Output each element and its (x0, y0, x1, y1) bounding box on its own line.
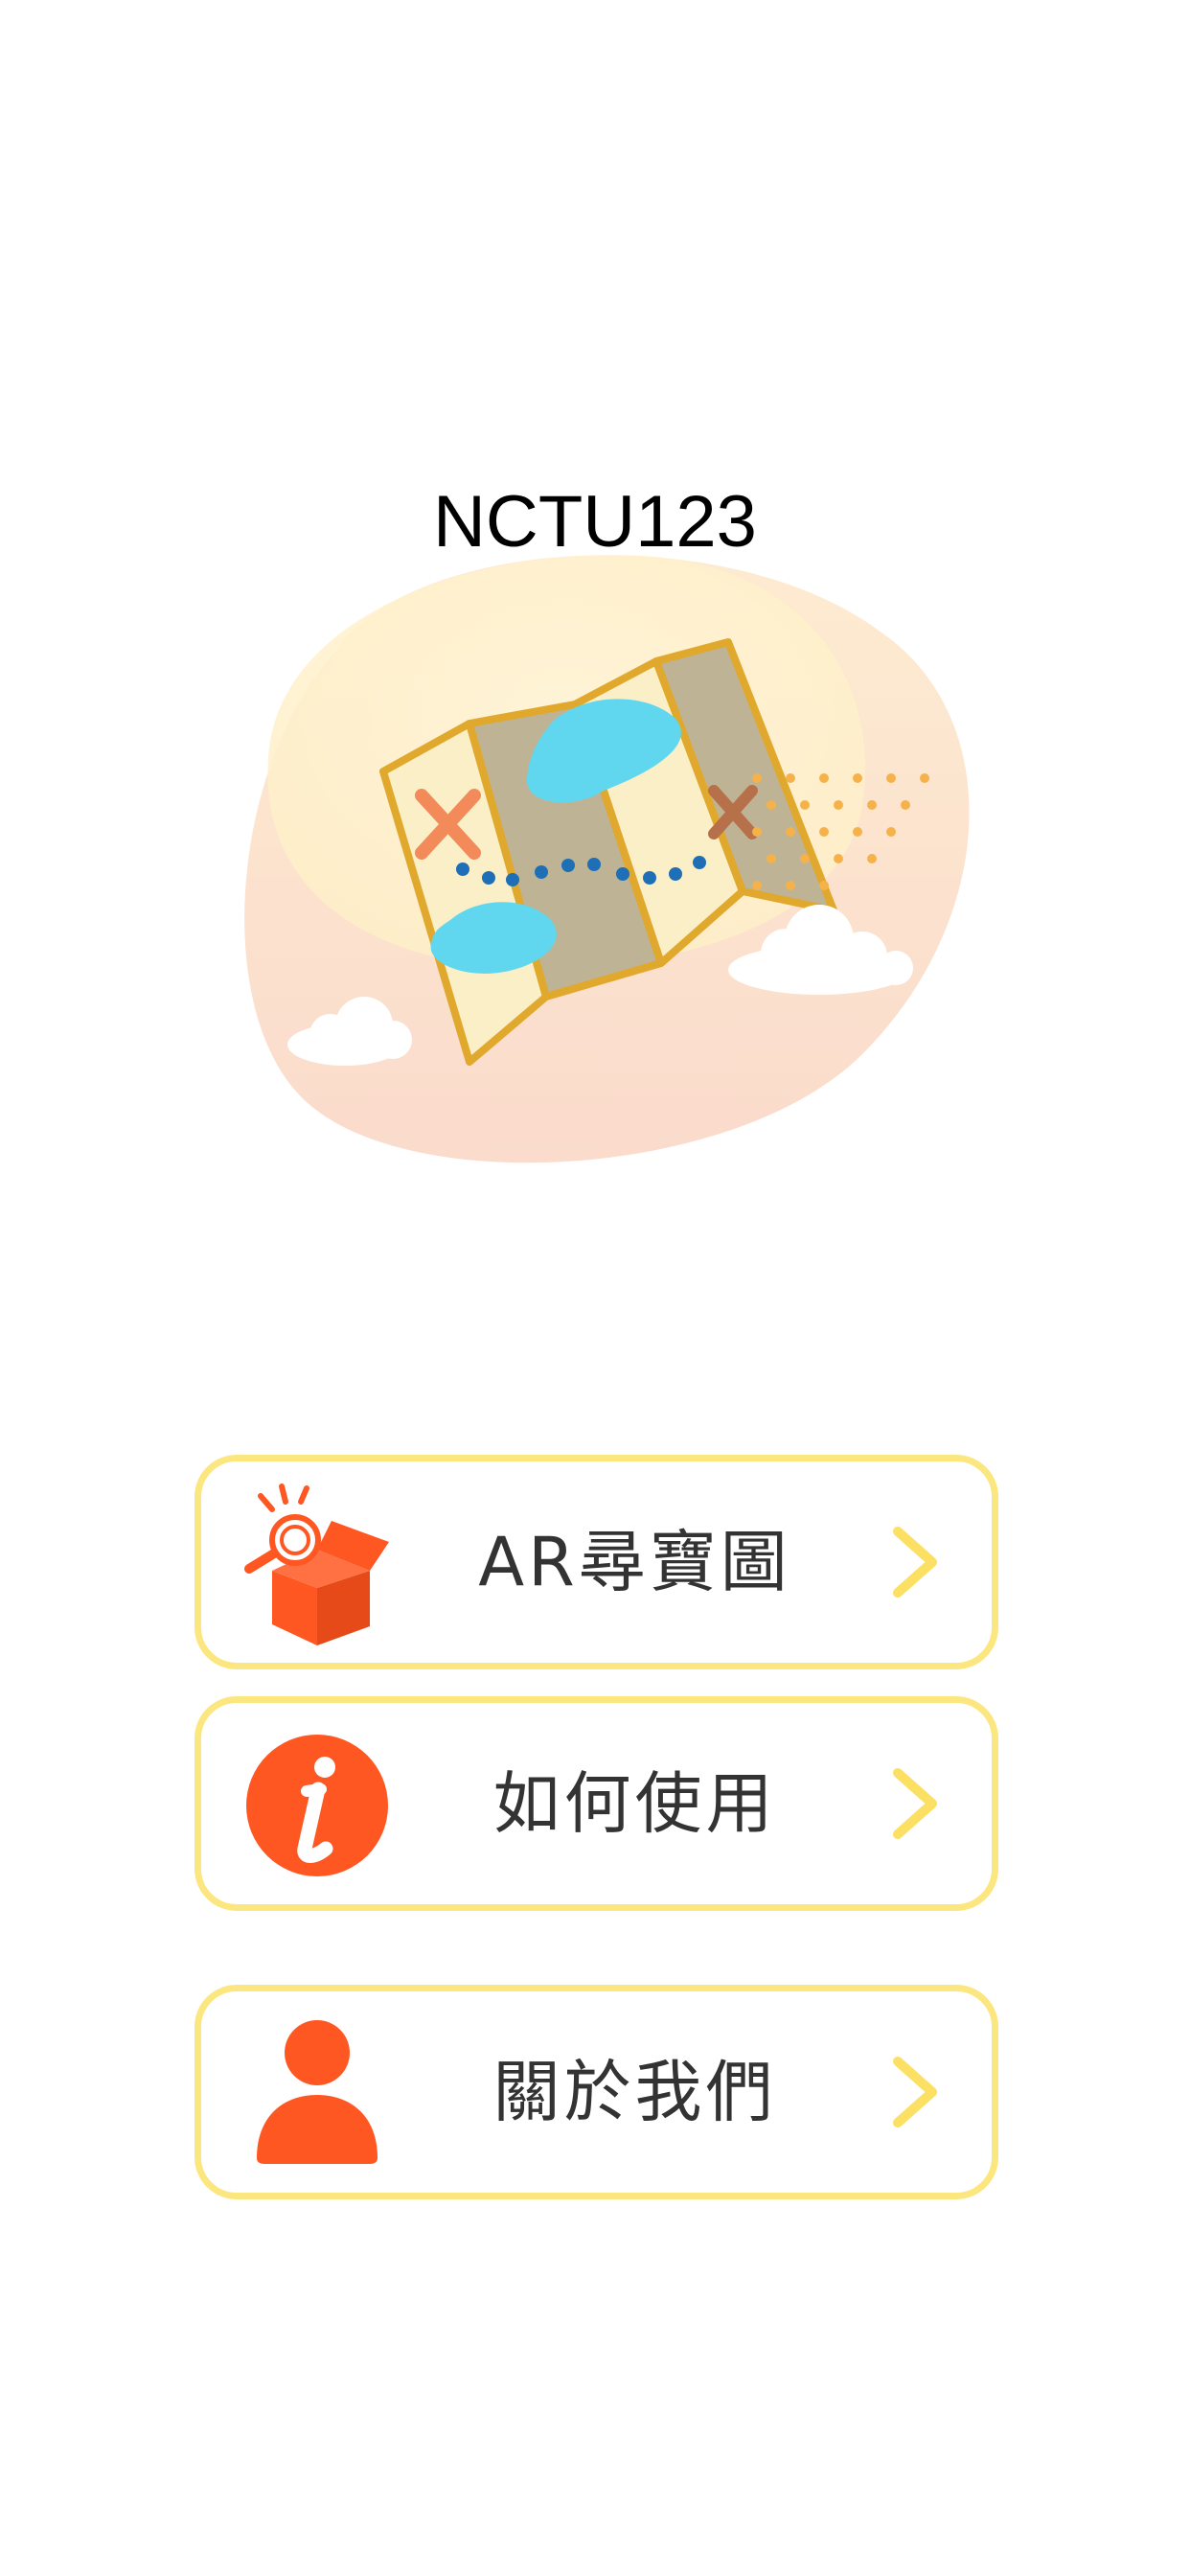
chevron-right-icon (886, 2054, 944, 2130)
person-icon (226, 2012, 408, 2175)
menu-label: 關於我們 (492, 2053, 777, 2131)
how-to-use-button[interactable]: 如何使用 (195, 1696, 998, 1911)
ar-treasure-map-button[interactable]: AR尋寶圖 (195, 1455, 998, 1669)
menu-label: 如何使用 (492, 1764, 777, 1843)
menu-label: AR尋寶圖 (478, 1523, 791, 1601)
info-icon (226, 1724, 408, 1887)
treasure-box-magnifier-icon (226, 1483, 408, 1645)
treasure-map-illustration (192, 518, 1016, 1208)
about-us-button[interactable]: 關於我們 (195, 1985, 998, 2199)
chevron-right-icon (886, 1524, 944, 1600)
chevron-right-icon (886, 1765, 944, 1842)
